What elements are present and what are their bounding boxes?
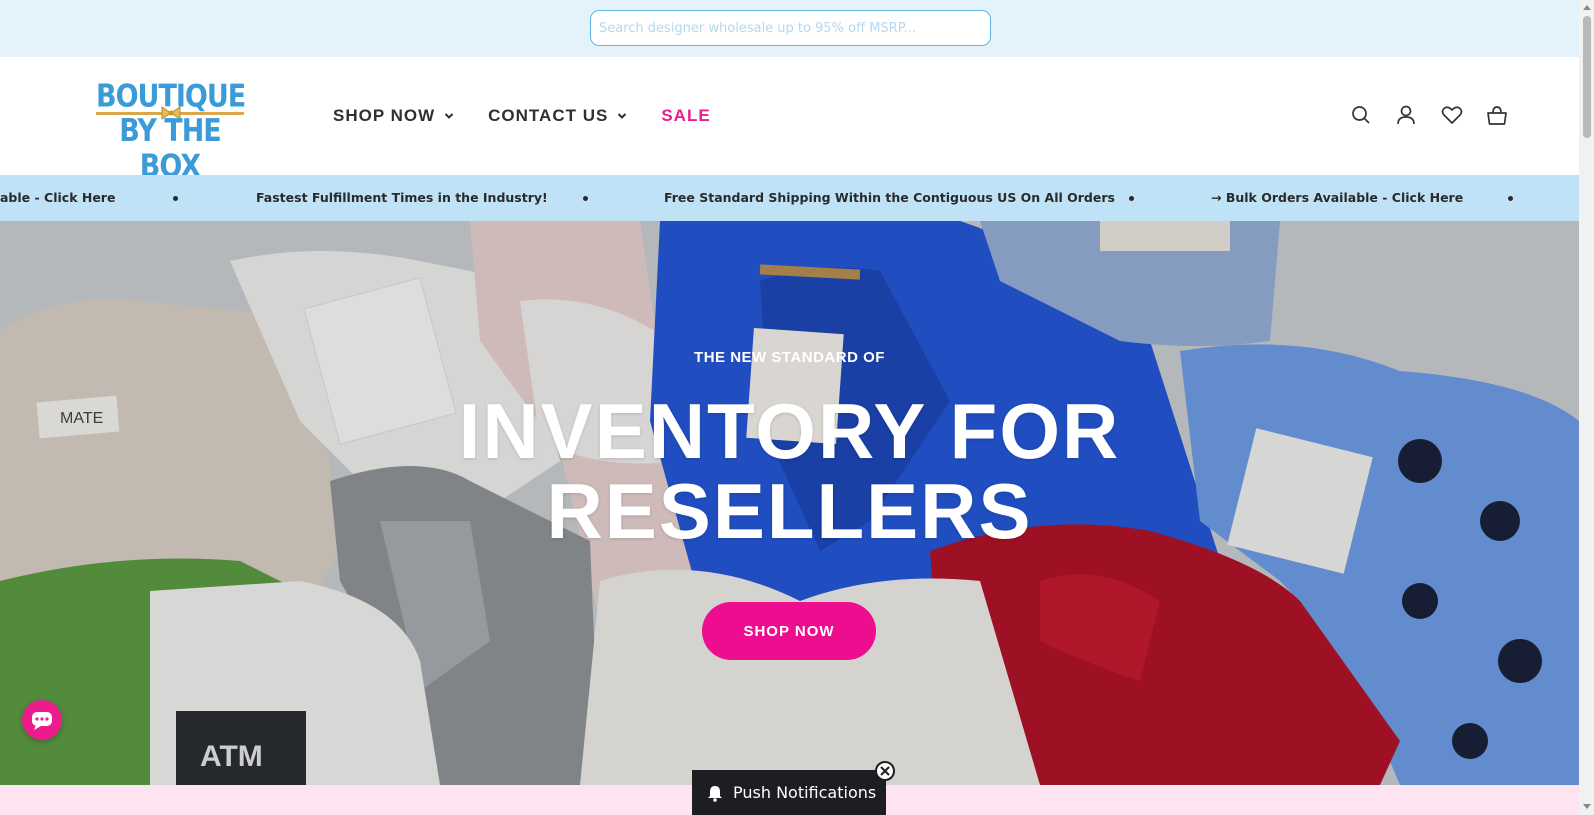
search-input[interactable] <box>591 11 990 45</box>
site-logo[interactable]: BOUTIQUE BY THE BOX <box>96 79 246 185</box>
scrollbar-thumb[interactable] <box>1583 16 1591 138</box>
chat-icon <box>32 712 52 730</box>
nav-contact-us-label: CONTACT US <box>488 106 609 125</box>
push-notifications-label: Push Notifications <box>733 783 877 802</box>
nav-shop-now[interactable]: SHOP NOW <box>333 106 454 126</box>
scroll-up-arrow-icon[interactable] <box>1582 3 1592 11</box>
header-icons <box>1351 104 1507 126</box>
chat-widget-button[interactable] <box>22 700 62 740</box>
close-icon <box>880 766 890 776</box>
cart-icon[interactable] <box>1486 104 1507 126</box>
hero-headline: INVENTORY FOR RESELLERS <box>0 391 1579 551</box>
site-header: BOUTIQUE BY THE BOX SHOP NOW CONTACT US … <box>0 57 1579 185</box>
scroll-down-arrow-icon[interactable] <box>1582 803 1592 811</box>
wishlist-heart-icon[interactable] <box>1441 104 1463 126</box>
announcement-item[interactable]: Fastest Fulfillment Times in the Industr… <box>256 190 548 205</box>
nav-sale-label: SALE <box>661 106 711 125</box>
logo-line-2: BY THE BOX <box>119 113 222 185</box>
hero-banner: MATE ATM THE NEW STANDARD OF INVENTORY F… <box>0 221 1579 785</box>
announcement-separator <box>173 196 178 201</box>
announcement-item[interactable]: able - Click Here <box>0 190 115 205</box>
nav-contact-us[interactable]: CONTACT US <box>488 106 627 126</box>
main-nav: SHOP NOW CONTACT US SALE <box>333 57 711 175</box>
announcement-separator <box>1508 196 1513 201</box>
announcement-separator <box>1129 196 1134 201</box>
hero-headline-line-1: INVENTORY FOR <box>458 387 1121 475</box>
announcement-bar: able - Click Here Fastest Fulfillment Ti… <box>0 175 1579 221</box>
top-search-bar <box>0 0 1579 57</box>
chevron-down-icon <box>444 113 454 119</box>
nav-shop-now-label: SHOP NOW <box>333 106 436 125</box>
hero-shop-now-button[interactable]: SHOP NOW <box>702 602 876 660</box>
search-icon[interactable] <box>1351 104 1371 126</box>
announcement-item[interactable]: Free Standard Shipping Within the Contig… <box>664 190 1115 205</box>
hero-headline-line-2: RESELLERS <box>546 467 1033 555</box>
bell-icon <box>708 785 722 802</box>
push-notifications-button[interactable]: Push Notifications <box>692 770 886 815</box>
push-close-button[interactable] <box>875 761 895 781</box>
announcement-separator <box>583 196 588 201</box>
hero-eyebrow: THE NEW STANDARD OF <box>694 349 885 366</box>
nav-sale[interactable]: SALE <box>661 106 710 126</box>
search-box[interactable] <box>590 10 991 46</box>
chevron-down-icon <box>618 113 627 119</box>
account-icon[interactable] <box>1396 104 1416 126</box>
announcement-item[interactable]: → Bulk Orders Available - Click Here <box>1211 190 1463 205</box>
